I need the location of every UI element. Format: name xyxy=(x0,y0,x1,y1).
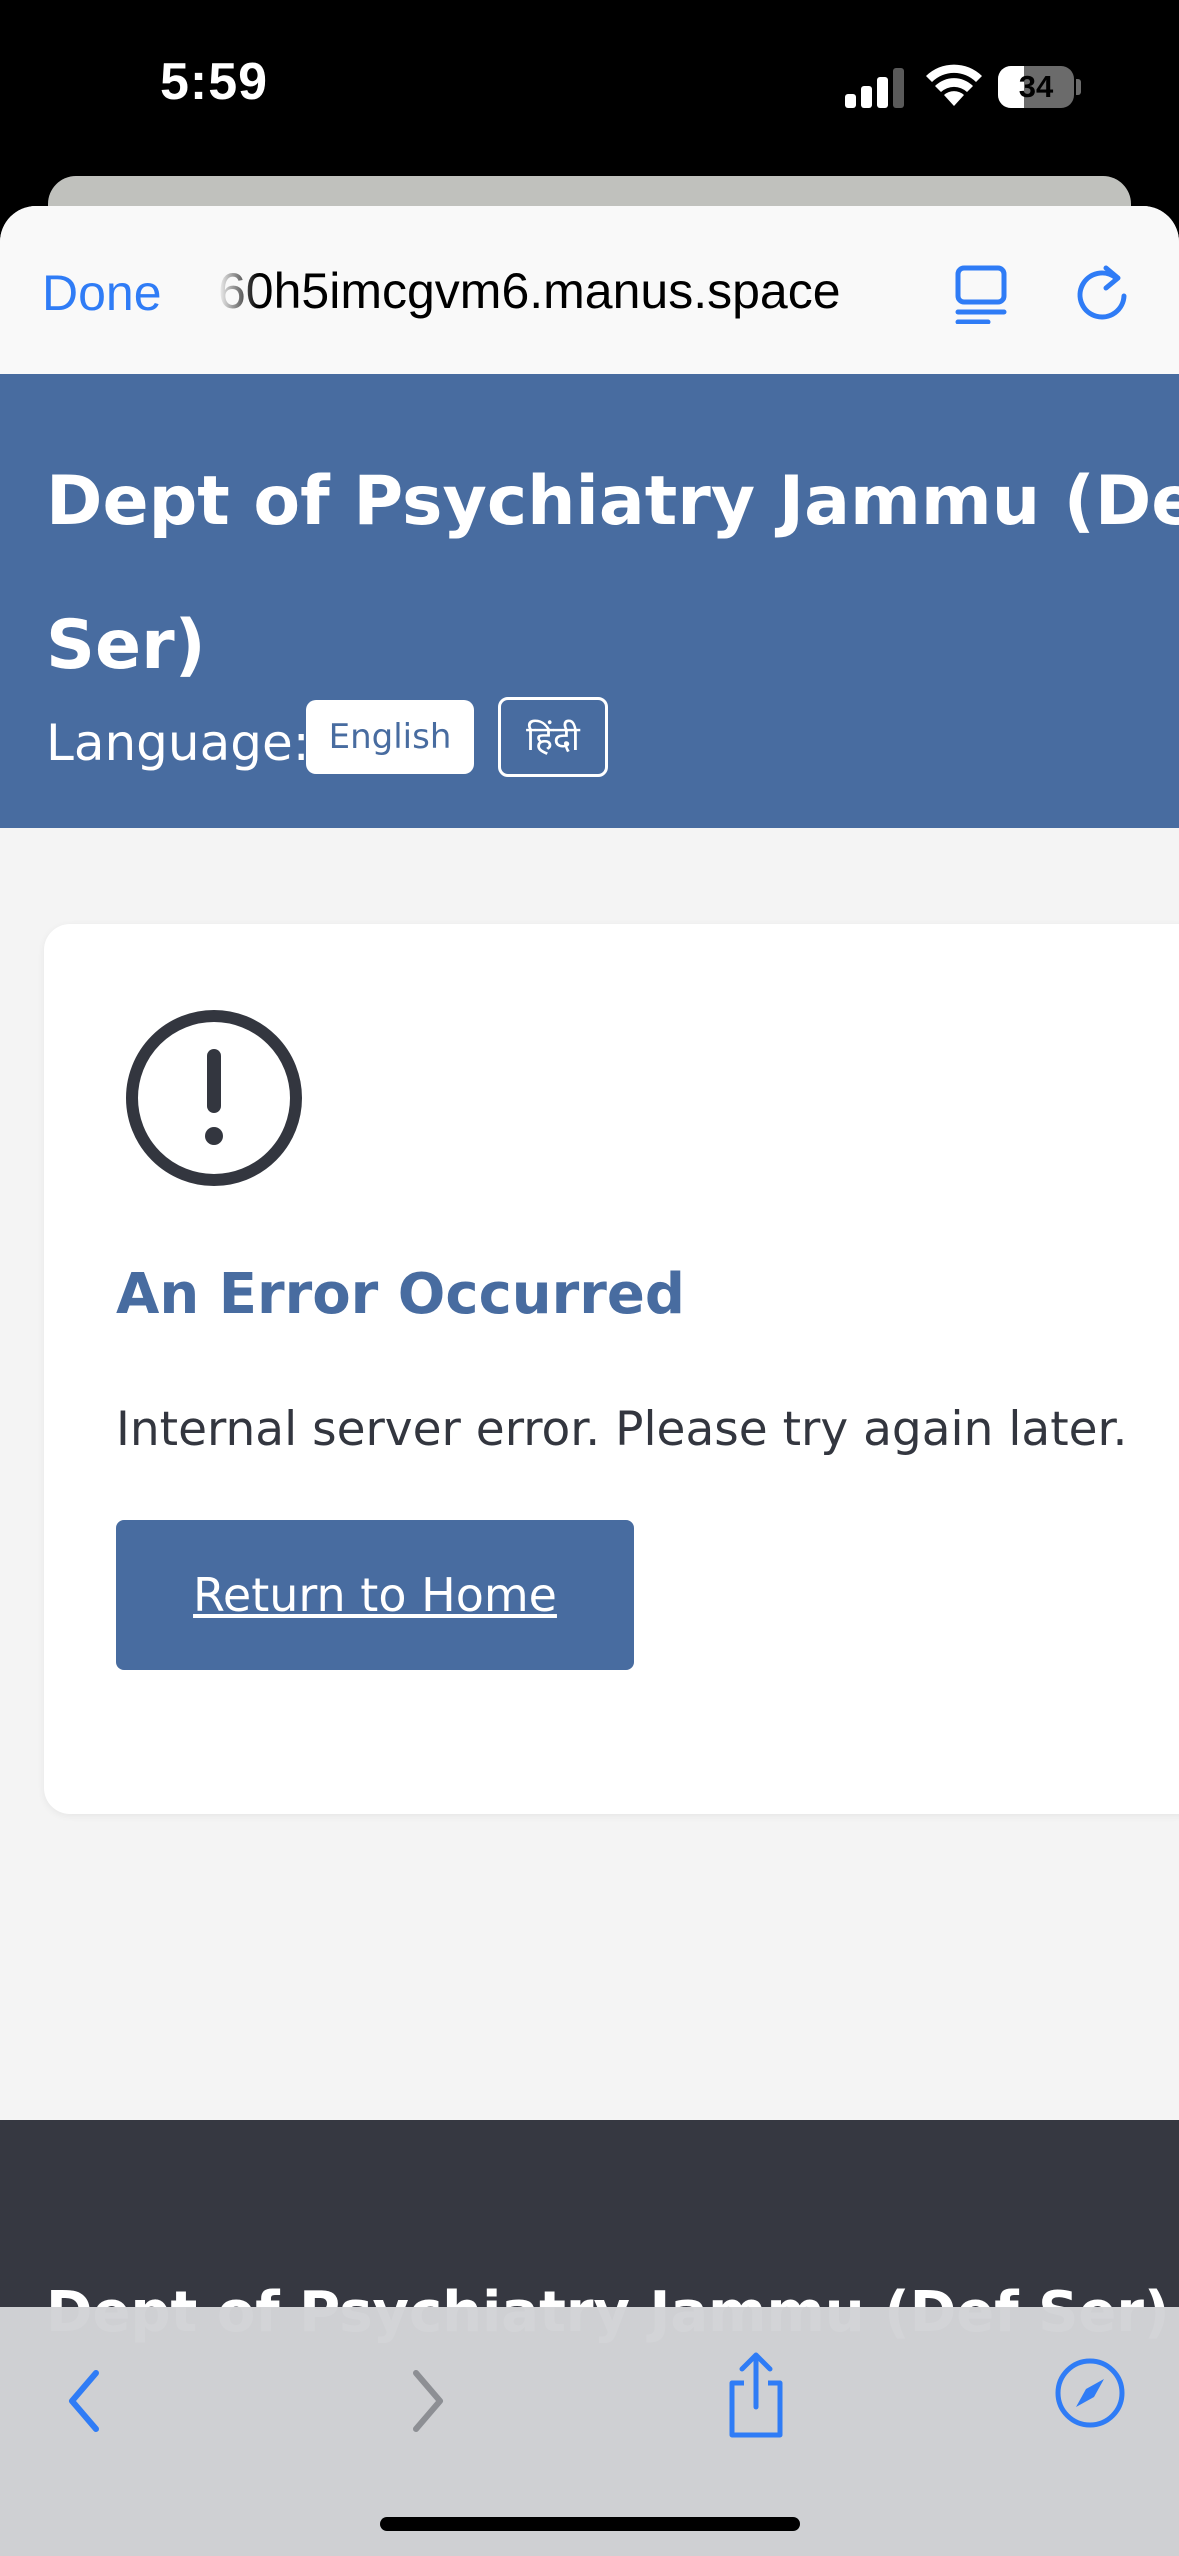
language-english-button[interactable]: English xyxy=(306,700,474,774)
url-field[interactable]: 60h5imcgvm6.manus.space xyxy=(218,262,918,320)
browser-toolbar xyxy=(0,2307,1179,2556)
battery-percent: 34 xyxy=(1018,69,1054,104)
battery-icon: 34 xyxy=(998,66,1081,108)
error-message: Internal server error. Please try again … xyxy=(116,1402,1128,1457)
back-icon[interactable] xyxy=(60,2363,110,2439)
home-indicator xyxy=(380,2517,800,2531)
status-bar: 5:59 34 xyxy=(0,0,1179,175)
compass-icon[interactable] xyxy=(1054,2357,1126,2429)
site-title: Dept of Psychiatry Jammu (Def Ser) xyxy=(46,430,1179,718)
wifi-icon xyxy=(926,64,982,106)
site-title-line1: Dept of Psychiatry Jammu (Def xyxy=(46,462,1179,541)
error-title: An Error Occurred xyxy=(116,1262,685,1327)
language-hindi-button[interactable]: हिंदी xyxy=(498,697,608,777)
share-icon[interactable] xyxy=(724,2351,788,2439)
reload-icon[interactable] xyxy=(1070,262,1134,326)
return-home-button[interactable]: Return to Home xyxy=(116,1520,634,1670)
site-header: Dept of Psychiatry Jammu (Def Ser) Langu… xyxy=(0,374,1179,828)
done-button[interactable]: Done xyxy=(42,264,162,322)
forward-icon[interactable] xyxy=(402,2363,452,2439)
error-card: An Error Occurred Internal server error.… xyxy=(44,924,1179,1814)
browser-sheet: Done 60h5imcgvm6.manus.space Dept of Psy… xyxy=(0,206,1179,2556)
reader-mode-icon[interactable] xyxy=(954,264,1010,324)
browser-address-bar: Done 60h5imcgvm6.manus.space xyxy=(0,206,1179,374)
language-label: Language: xyxy=(46,714,310,772)
site-title-line2: Ser) xyxy=(46,606,206,685)
status-time: 5:59 xyxy=(160,53,269,111)
cellular-signal-icon xyxy=(845,68,904,108)
alert-circle-icon xyxy=(126,1010,302,1186)
